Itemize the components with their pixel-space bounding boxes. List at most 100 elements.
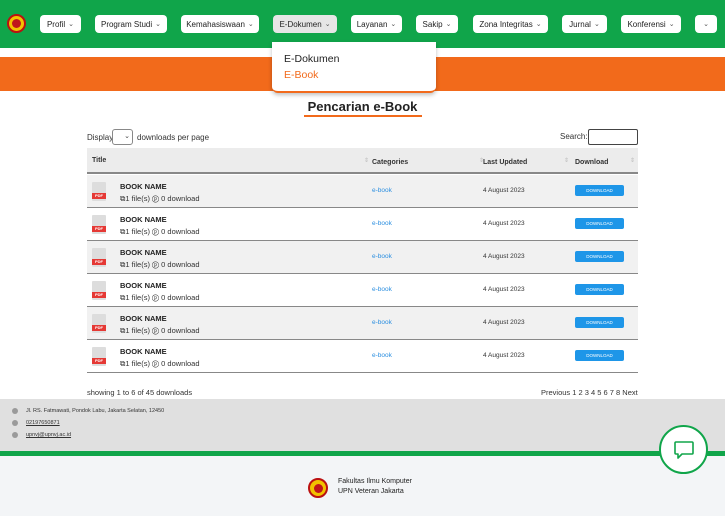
download-button[interactable]: DOWNLOAD <box>575 185 624 196</box>
column-header-categories[interactable]: Categories <box>372 159 408 166</box>
nav-item-jurnal[interactable]: Jurnal ⌄ <box>562 15 607 33</box>
per-page-select[interactable]: ⌄ <box>112 129 133 145</box>
download-button[interactable]: DOWNLOAD <box>575 350 624 361</box>
sort-icon[interactable]: ⇕ <box>364 157 369 164</box>
download-count-icon: ⓟ <box>152 194 160 203</box>
university-logo[interactable] <box>7 14 26 33</box>
category-link[interactable]: e-book <box>372 352 392 359</box>
sort-icon[interactable]: ⇕ <box>564 157 569 164</box>
file-meta: ⧉1 file(s) ⓟ 0 download <box>120 227 200 236</box>
nav-item-zona-integritas[interactable]: Zona Integritas ⌄ <box>473 15 548 33</box>
e-dokumen-dropdown-menu: E-Dokumen E-Book <box>272 42 436 93</box>
pdf-file-icon: PDF <box>92 248 106 267</box>
file-meta: ⧉1 file(s) ⓟ 0 download <box>120 194 200 203</box>
pdf-file-icon: PDF <box>92 182 106 201</box>
book-name[interactable]: BOOK NAME <box>120 281 167 290</box>
download-count-icon: ⓟ <box>152 359 160 368</box>
table-row: PDF BOOK NAME ⧉1 file(s) ⓟ 0 download e-… <box>87 340 638 373</box>
last-updated: 4 August 2023 <box>483 319 525 326</box>
nav-item-label: Profil <box>46 19 66 29</box>
per-page-label: downloads per page <box>137 133 210 142</box>
nav-item-kemahasiswaan[interactable]: Kemahasiswaan ⌄ <box>181 15 259 33</box>
last-updated: 4 August 2023 <box>483 253 525 260</box>
top-navbar: Profil ⌄ Program Studi ⌄ Kemahasiswaan ⌄… <box>0 0 725 48</box>
file-meta: ⧉1 file(s) ⓟ 0 download <box>120 359 200 368</box>
chevron-down-icon: ⌄ <box>155 21 161 28</box>
category-link[interactable]: e-book <box>372 220 392 227</box>
last-updated: 4 August 2023 <box>483 187 525 194</box>
column-header-download[interactable]: Download <box>575 159 608 166</box>
chevron-down-icon: ⌄ <box>68 21 75 28</box>
sort-icon[interactable]: ⇕ <box>630 157 635 164</box>
download-count-icon: ⓟ <box>152 227 160 236</box>
showing-count: showing 1 to 6 of 45 downloads <box>87 388 193 397</box>
category-link[interactable]: e-book <box>372 319 392 326</box>
chevron-down-icon: ⌄ <box>324 21 331 28</box>
chat-bubble-icon <box>673 440 694 459</box>
column-header-title[interactable]: Title <box>92 157 106 164</box>
footer-email[interactable]: upnvj@upnvj.ac.id <box>26 432 71 438</box>
chat-button[interactable] <box>659 425 708 474</box>
email-icon <box>12 432 18 438</box>
nav-item-e-dokumen[interactable]: E-Dokumen ⌄ <box>273 15 337 33</box>
nav-item-konferensi[interactable]: Konferensi ⌄ <box>621 15 681 33</box>
footer-phone[interactable]: 02197650871 <box>26 420 60 426</box>
category-link[interactable]: e-book <box>372 286 392 293</box>
footer-org-line2: UPN Veteran Jakarta <box>338 488 404 495</box>
file-meta: ⧉1 file(s) ⓟ 0 download <box>120 326 200 335</box>
display-label: Display <box>87 133 114 142</box>
download-count-icon: ⓟ <box>152 293 160 302</box>
book-name[interactable]: BOOK NAME <box>120 248 167 257</box>
pagination[interactable]: Previous 1 2 3 4 5 6 7 8 Next <box>541 388 638 397</box>
chevron-down-icon: ⌄ <box>124 133 130 140</box>
nav-item-profil[interactable]: Profil ⌄ <box>40 15 81 33</box>
chevron-down-icon: ⌄ <box>445 21 452 28</box>
column-header-last-updated[interactable]: Last Updated <box>483 159 527 166</box>
search-label: Search: <box>560 132 588 141</box>
nav-item-layanan[interactable]: Layanan ⌄ <box>351 15 402 33</box>
category-link[interactable]: e-book <box>372 187 392 194</box>
chevron-down-icon: ⌄ <box>247 21 254 28</box>
nav-item-label: Zona Integritas <box>479 19 533 29</box>
nav-item-label: Sakip <box>422 19 443 29</box>
download-button[interactable]: DOWNLOAD <box>575 317 624 328</box>
download-button[interactable]: DOWNLOAD <box>575 251 624 262</box>
table-header: Title ⇕ Categories ⇕ Last Updated ⇕ Down… <box>87 148 638 174</box>
footer-bottom <box>0 456 725 516</box>
nav-item-sakip[interactable]: Sakip ⌄ <box>416 15 458 33</box>
pdf-file-icon: PDF <box>92 215 106 234</box>
search-input[interactable] <box>588 129 638 145</box>
book-name[interactable]: BOOK NAME <box>120 347 167 356</box>
nav-item-program-studi[interactable]: Program Studi ⌄ <box>95 15 167 33</box>
chevron-down-icon: ⌄ <box>593 21 600 28</box>
table-row: PDF BOOK NAME ⧉1 file(s) ⓟ 0 download e-… <box>87 241 638 274</box>
download-count-icon: ⓟ <box>152 260 160 269</box>
dropdown-item-e-dokumen[interactable]: E-Dokumen <box>284 53 339 65</box>
download-button[interactable]: DOWNLOAD <box>575 218 624 229</box>
book-name[interactable]: BOOK NAME <box>120 314 167 323</box>
page-title: Pencarian e-Book <box>307 99 418 114</box>
table-row: PDF BOOK NAME ⧉1 file(s) ⓟ 0 download e-… <box>87 307 638 340</box>
chevron-down-icon: ⌄ <box>535 21 542 28</box>
category-link[interactable]: e-book <box>372 253 392 260</box>
last-updated: 4 August 2023 <box>483 352 525 359</box>
nav-more-button[interactable]: ⌄ <box>695 15 717 33</box>
download-count-icon: ⓟ <box>152 326 160 335</box>
title-underline <box>304 115 422 117</box>
file-meta: ⧉1 file(s) ⓟ 0 download <box>120 260 200 269</box>
nav-item-label: Jurnal <box>569 19 591 29</box>
pdf-file-icon: PDF <box>92 314 106 333</box>
footer-logo <box>308 478 328 498</box>
dropdown-item-e-book[interactable]: E-Book <box>284 69 318 81</box>
book-name[interactable]: BOOK NAME <box>120 215 167 224</box>
nav-item-label: Kemahasiswaan <box>186 19 245 29</box>
chevron-down-icon: ⌄ <box>668 21 675 28</box>
nav-item-label: E-Dokumen <box>279 19 322 29</box>
chevron-down-icon: ⌄ <box>390 21 397 28</box>
book-name[interactable]: BOOK NAME <box>120 182 167 191</box>
file-meta: ⧉1 file(s) ⓟ 0 download <box>120 293 200 302</box>
download-button[interactable]: DOWNLOAD <box>575 284 624 295</box>
table-row: PDF BOOK NAME ⧉1 file(s) ⓟ 0 download e-… <box>87 274 638 307</box>
last-updated: 4 August 2023 <box>483 220 525 227</box>
chevron-down-icon: ⌄ <box>703 21 709 28</box>
